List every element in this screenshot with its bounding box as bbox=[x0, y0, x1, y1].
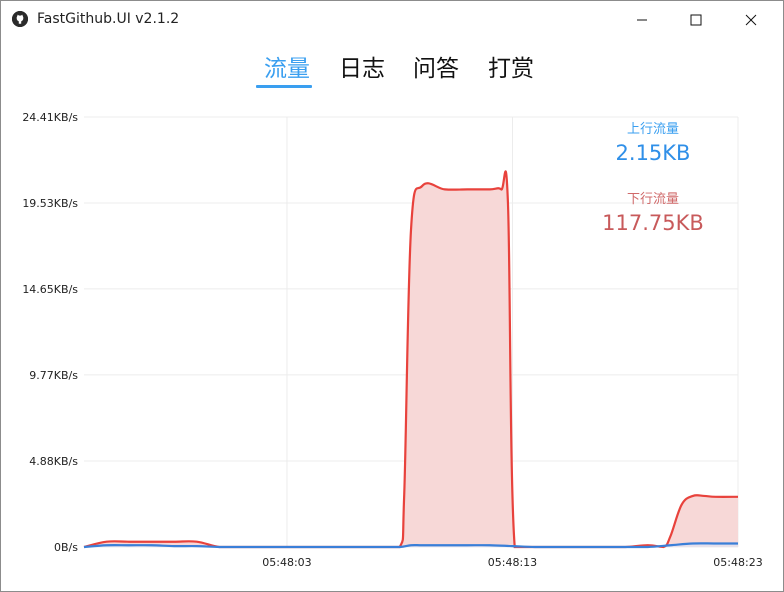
maximize-button[interactable] bbox=[673, 1, 719, 39]
download-legend-label: 下行流量 bbox=[626, 192, 679, 207]
y-tick-label: 19.53KB/s bbox=[22, 197, 78, 210]
y-tick-label: 24.41KB/s bbox=[22, 111, 78, 124]
tab-bar: 流量 日志 问答 打赏 bbox=[1, 39, 783, 89]
x-tick-label: 05:48:23 bbox=[713, 556, 762, 569]
y-tick-label: 9.77KB/s bbox=[29, 369, 78, 382]
minimize-button[interactable] bbox=[619, 1, 665, 39]
y-tick-label: 4.88KB/s bbox=[29, 455, 78, 468]
close-icon bbox=[745, 14, 757, 26]
upload-legend-label: 上行流量 bbox=[626, 122, 679, 137]
y-tick-label: 14.65KB/s bbox=[22, 283, 78, 296]
tab-faq[interactable]: 问答 bbox=[408, 49, 464, 85]
tab-logs[interactable]: 日志 bbox=[334, 49, 390, 85]
github-icon bbox=[12, 11, 28, 27]
y-tick-label: 0B/s bbox=[54, 541, 78, 554]
minimize-icon bbox=[637, 19, 647, 21]
maximize-icon bbox=[690, 14, 702, 26]
window-title: FastGithub.UI v2.1.2 bbox=[37, 11, 180, 27]
active-tab-indicator bbox=[256, 85, 312, 88]
title-bar[interactable]: FastGithub.UI v2.1.2 bbox=[1, 1, 783, 39]
tab-donate[interactable]: 打赏 bbox=[483, 49, 539, 85]
download-total-value: 117.75KB bbox=[602, 211, 704, 235]
x-tick-label: 05:48:13 bbox=[488, 556, 537, 569]
x-tick-label: 05:48:03 bbox=[262, 556, 311, 569]
upload-total-value: 2.15KB bbox=[615, 141, 691, 165]
tab-traffic[interactable]: 流量 bbox=[259, 49, 315, 85]
app-window: FastGithub.UI v2.1.2 流量 日志 问答 打赏 0B/s 4.8… bbox=[0, 0, 784, 592]
close-button[interactable] bbox=[728, 1, 774, 39]
